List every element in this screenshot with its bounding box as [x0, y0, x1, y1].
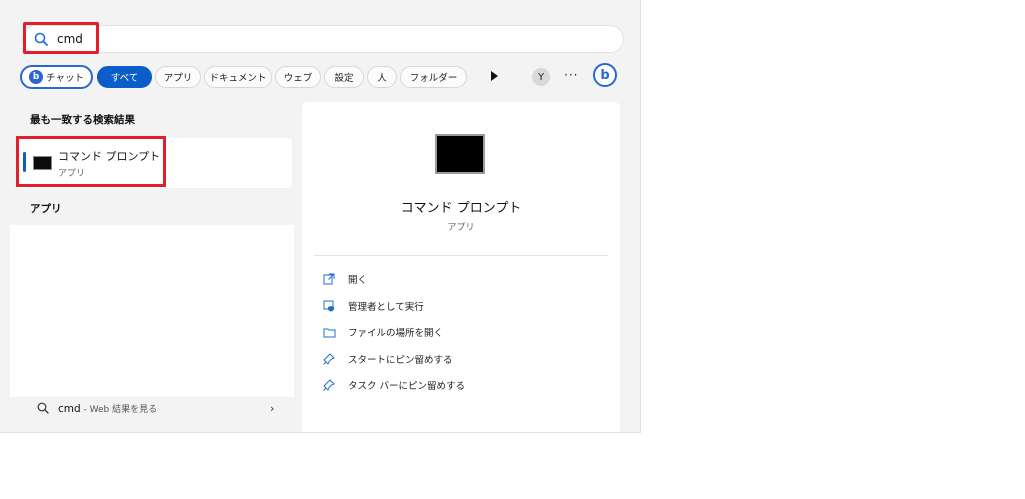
search-icon	[37, 402, 49, 414]
chip-label: 人	[377, 73, 387, 84]
chip-all[interactable]: すべて	[97, 66, 152, 88]
chip-label: チャット	[46, 73, 84, 84]
chevron-right-icon: ›	[270, 402, 275, 415]
command-prompt-large-icon	[435, 134, 485, 174]
action-label: 管理者として実行	[348, 302, 424, 313]
pin-icon	[322, 352, 336, 366]
bing-chat-icon[interactable]: b	[593, 63, 617, 87]
chip-label: ドキュメント	[209, 73, 267, 84]
apps-results-area	[10, 225, 294, 397]
best-match-highlight-box	[16, 136, 166, 187]
pin-icon	[322, 378, 336, 392]
action-pin-to-start[interactable]: スタートにピン留めする	[322, 350, 453, 368]
chip-label: ウェブ	[283, 73, 313, 84]
detail-subtitle: アプリ	[447, 223, 475, 233]
chip-settings[interactable]: 設定	[324, 66, 364, 88]
search-input[interactable]	[57, 30, 457, 48]
action-label: タスク バーにピン留めする	[348, 381, 466, 392]
action-open-file-location[interactable]: ファイルの場所を開く	[322, 323, 443, 341]
apps-heading: アプリ	[30, 203, 62, 215]
more-options-icon[interactable]: ···	[564, 68, 578, 82]
chip-label: 設定	[334, 73, 354, 84]
divider	[314, 255, 608, 256]
chip-web[interactable]: ウェブ	[275, 66, 321, 88]
chip-label: アプリ	[163, 73, 193, 84]
action-open[interactable]: 開く	[322, 270, 367, 288]
web-query-suffix: - Web 結果を見る	[80, 405, 158, 415]
search-highlight-box	[23, 22, 99, 54]
admin-shield-icon	[322, 299, 336, 313]
chip-label: フォルダー	[409, 73, 458, 84]
web-query: cmd	[58, 403, 81, 415]
web-query-text: cmd - Web 結果を見る	[58, 402, 157, 415]
more-filters-arrow-icon[interactable]	[491, 71, 498, 81]
chip-people[interactable]: 人	[367, 66, 397, 88]
action-label: 開く	[348, 275, 368, 286]
action-pin-to-taskbar[interactable]: タスク バーにピン留めする	[322, 376, 465, 394]
detail-pane: コマンド プロンプト アプリ 開く 管理者として実行 ファイルの場所を開く スタ…	[302, 102, 620, 432]
user-avatar[interactable]: Y	[532, 68, 550, 86]
action-label: ファイルの場所を開く	[348, 328, 444, 339]
detail-title: コマンド プロンプト	[400, 201, 522, 216]
chip-chat[interactable]: b チャット	[20, 65, 93, 89]
chip-label: すべて	[110, 73, 139, 84]
search-box[interactable]	[22, 22, 624, 54]
chip-apps[interactable]: アプリ	[155, 66, 201, 88]
best-match-heading: 最も一致する検索結果	[30, 114, 135, 126]
action-label: スタートにピン留めする	[348, 355, 453, 366]
bing-icon: b	[29, 70, 44, 84]
web-search-row[interactable]: cmd - Web 結果を見る ›	[10, 398, 294, 422]
chip-documents[interactable]: ドキュメント	[204, 66, 272, 88]
action-run-as-admin[interactable]: 管理者として実行	[322, 297, 424, 315]
chip-folders[interactable]: フォルダー	[400, 66, 467, 88]
start-search-panel: b チャット すべて アプリ ドキュメント ウェブ 設定 人 フォルダー Y ·…	[0, 0, 641, 433]
open-external-icon	[322, 272, 336, 286]
best-match-item[interactable]: コマンド プロンプト アプリ	[16, 136, 292, 188]
folder-icon	[322, 325, 336, 339]
